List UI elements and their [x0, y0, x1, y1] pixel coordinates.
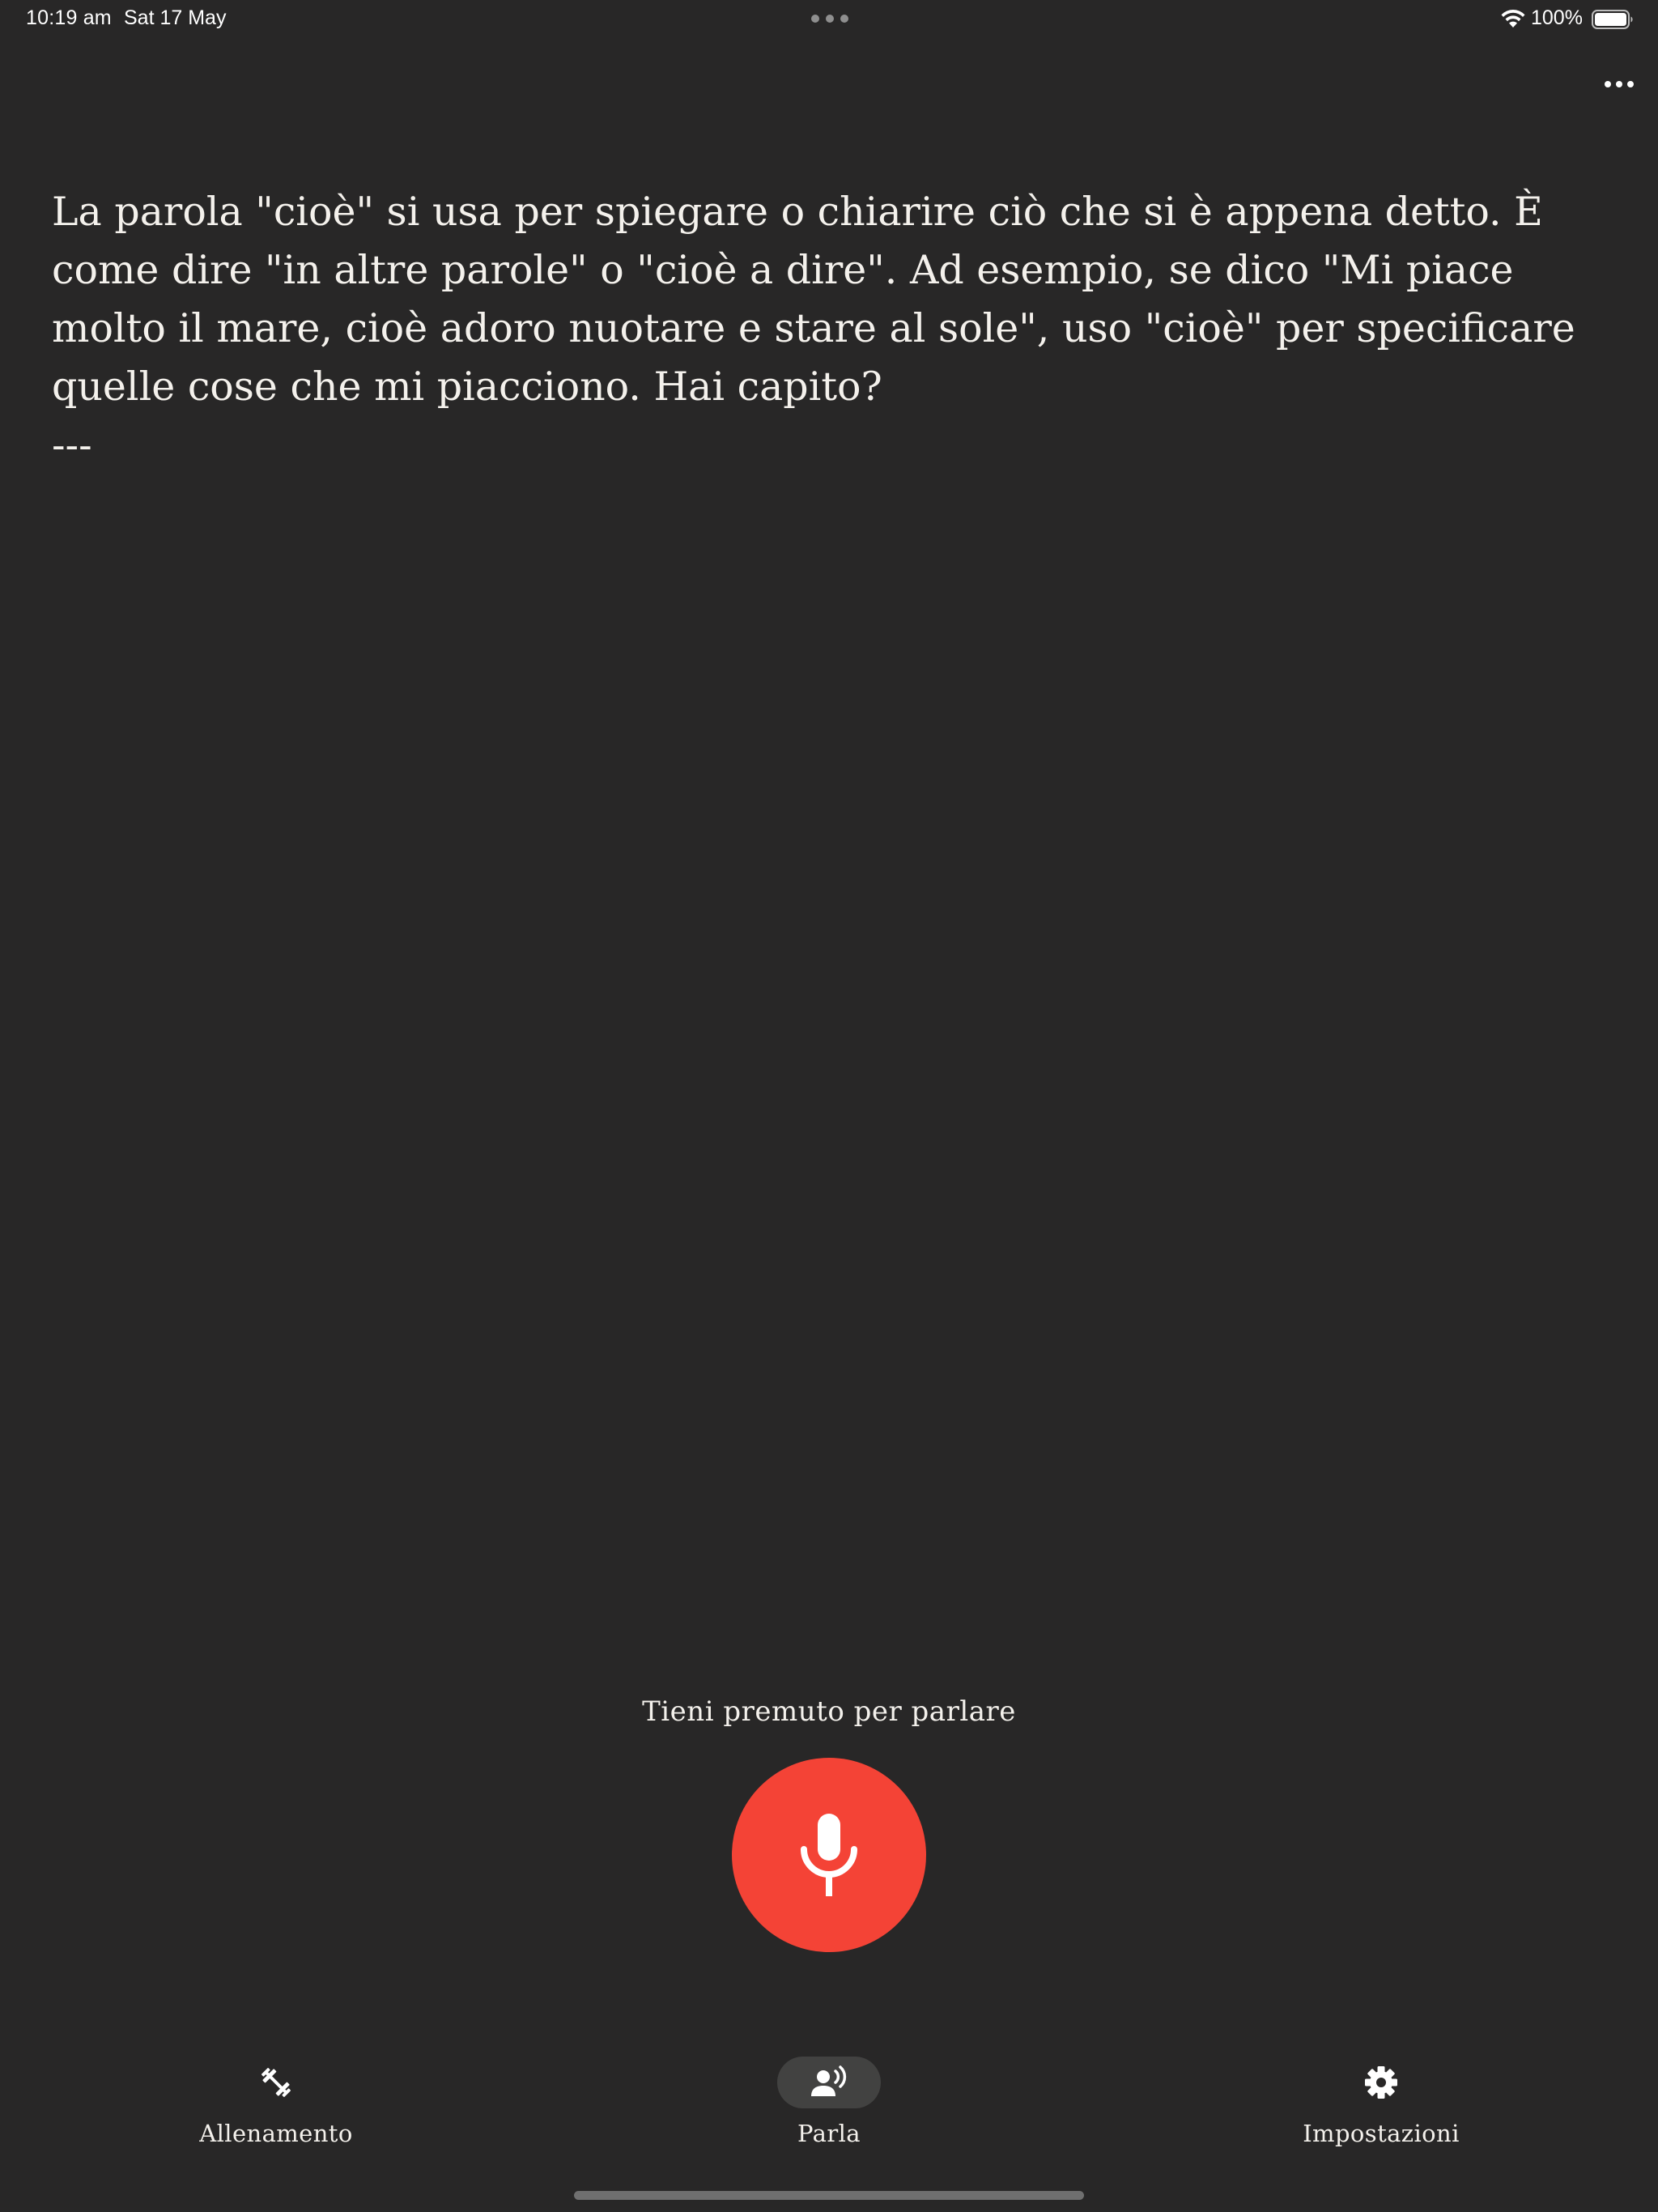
ellipsis-icon [1605, 81, 1611, 87]
status-bar: 10:19 am Sat 17 May 100% [0, 0, 1658, 39]
home-indicator[interactable] [574, 2191, 1084, 2200]
wifi-icon [1501, 9, 1525, 28]
speaking-person-icon [811, 2065, 847, 2096]
dumbbell-icon [261, 2068, 291, 2097]
status-time: 10:19 am [26, 6, 112, 29]
nav-label-training: Allenamento [199, 2120, 353, 2147]
nav-item-speak[interactable]: Parla [708, 2057, 950, 2154]
bottom-navigation: Allenamento Parla Impostazioni [0, 2057, 1658, 2162]
gear-icon [1365, 2066, 1397, 2099]
nav-label-settings: Impostazioni [1303, 2120, 1460, 2147]
nav-icon-container [224, 2057, 328, 2108]
more-options-button[interactable] [1600, 70, 1639, 99]
multitasking-dots-icon[interactable] [811, 15, 848, 23]
hold-to-talk-hint: Tieni premuto per parlare [642, 1695, 1016, 1728]
nav-icon-container [1329, 2057, 1433, 2108]
battery-icon [1592, 10, 1633, 29]
push-to-talk-button[interactable] [732, 1758, 926, 1952]
nav-icon-container [777, 2057, 881, 2108]
nav-label-speak: Parla [797, 2120, 861, 2147]
ellipsis-icon [1627, 81, 1634, 87]
status-date: Sat 17 May [124, 6, 227, 29]
ellipsis-icon [1616, 81, 1622, 87]
nav-item-training[interactable]: Allenamento [155, 2057, 397, 2154]
microphone-icon [801, 1814, 857, 1896]
assistant-message: La parola "cioè" si usa per spiegare o c… [52, 189, 1575, 468]
battery-percent: 100% [1531, 6, 1583, 29]
nav-item-settings[interactable]: Impostazioni [1260, 2057, 1503, 2154]
